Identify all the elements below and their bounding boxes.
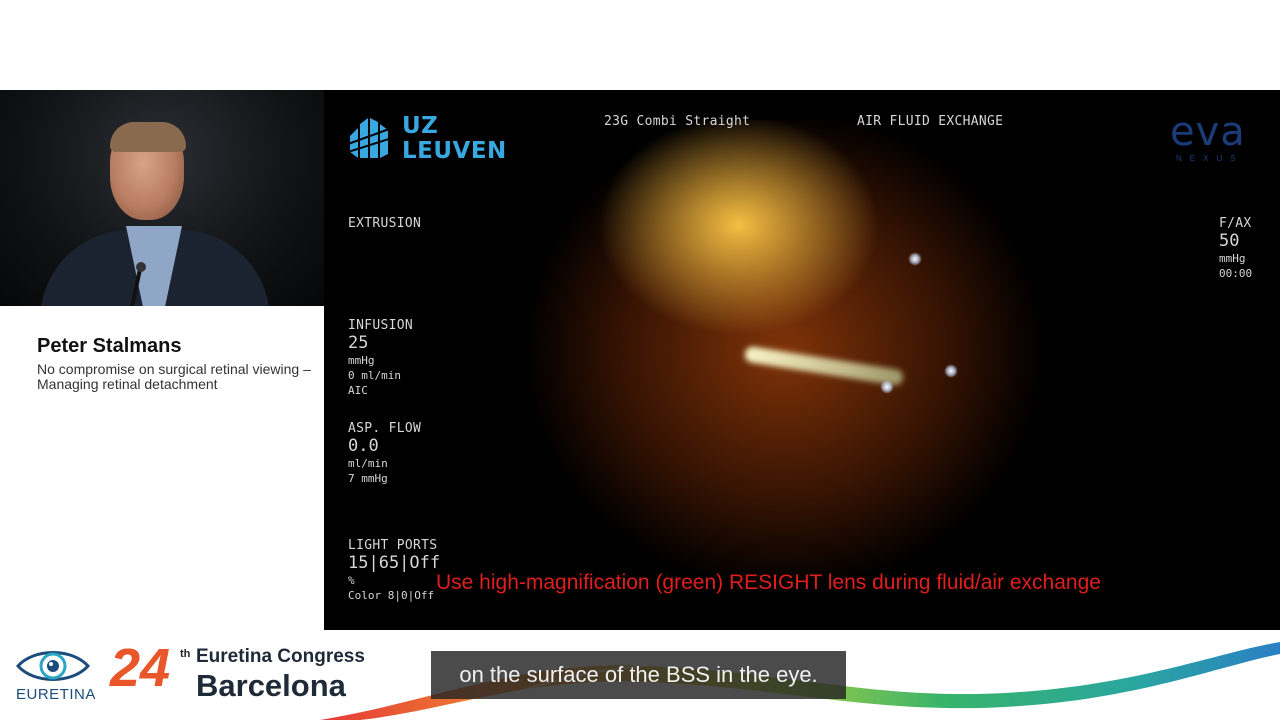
euretina-name: EURETINA <box>16 686 96 703</box>
uz-logo-line1: UZ <box>402 113 439 139</box>
surgical-video: UZ LEUVEN 23G Combi Straight AIR FLUID E… <box>324 90 1280 630</box>
infusion-mode: AIC <box>348 384 368 397</box>
reflection-spark <box>880 380 894 394</box>
extrusion-label: EXTRUSION <box>348 216 422 231</box>
infusion-unit: mmHg <box>348 354 375 367</box>
light-ports-color: Color 8|0|Off <box>348 589 435 602</box>
congress-city: Barcelona <box>196 668 346 703</box>
talk-title: No compromise on surgical retinal viewin… <box>37 361 311 392</box>
eva-logo-subtext: NEXUS <box>1176 154 1244 163</box>
live-subtitle: on the surface of the BSS in the eye. <box>431 651 846 699</box>
fax-readout: F/AX 50 mmHg 00:00 <box>1219 216 1252 281</box>
asp-flow-readout: ASP. FLOW 0.0 ml/min 7 mmHg <box>348 421 421 486</box>
asp-flow-value: 0.0 <box>348 436 379 456</box>
asp-flow-pressure: 7 mmHg <box>348 472 388 485</box>
speaker-video <box>0 90 324 306</box>
reflection-spark <box>908 252 922 266</box>
speaker-hair <box>110 122 186 152</box>
infusion-flow: 0 ml/min <box>348 369 401 382</box>
eva-nexus-logo: eva NEXUS <box>1170 112 1270 168</box>
light-ports-readout: LIGHT PORTS 15|65|Off % Color 8|0|Off <box>348 538 440 603</box>
fax-label: F/AX <box>1219 216 1252 231</box>
congress-number: 24 <box>110 638 171 698</box>
instrument-label: 23G Combi Straight <box>604 114 751 129</box>
light-ports-unit: % <box>348 574 355 587</box>
euretina-eye-icon <box>16 651 90 681</box>
fax-unit: mmHg <box>1219 252 1246 265</box>
reflection-spark <box>944 364 958 378</box>
uz-leuven-emblem-icon <box>347 118 393 158</box>
infusion-readout: INFUSION 25 mmHg 0 ml/min AIC <box>348 318 413 398</box>
asp-flow-unit: ml/min <box>348 457 388 470</box>
light-ports-value: 15|65|Off <box>348 553 441 573</box>
fax-value: 50 <box>1219 231 1240 251</box>
congress-name: Euretina Congress <box>196 646 365 667</box>
uz-leuven-logo: UZ LEUVEN <box>347 113 508 164</box>
speaker-name: Peter Stalmans <box>37 335 182 357</box>
light-ports-label: LIGHT PORTS <box>348 538 438 553</box>
infusion-label: INFUSION <box>348 318 414 333</box>
fax-time: 00:00 <box>1219 267 1253 280</box>
congress-number-suffix: th <box>180 648 191 660</box>
lens-recommendation-note: Use high-magnification (green) RESIGHT l… <box>436 571 1101 594</box>
eva-logo-text: eva <box>1170 109 1246 155</box>
uz-logo-line2: LEUVEN <box>402 138 507 164</box>
microphone-icon <box>136 262 146 272</box>
infusion-value: 25 <box>348 333 369 353</box>
asp-flow-label: ASP. FLOW <box>348 421 422 436</box>
mode-label: AIR FLUID EXCHANGE <box>857 114 1004 129</box>
